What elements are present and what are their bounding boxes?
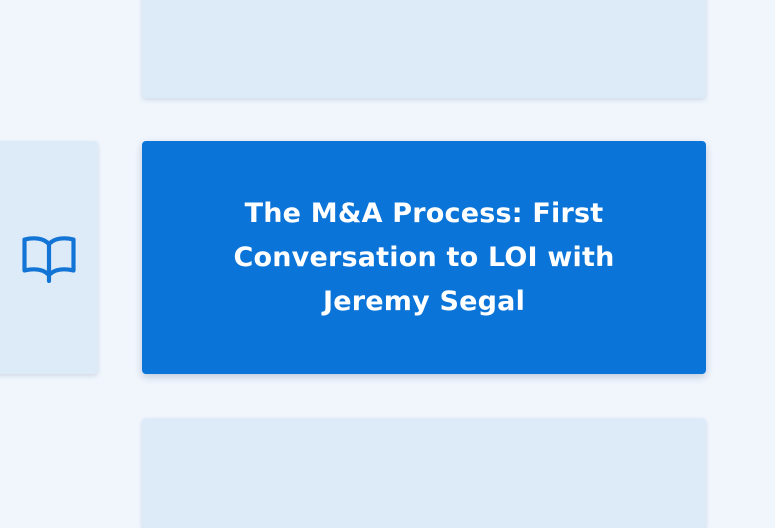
featured-course-card[interactable]: The M&A Process: First Conversation to L… xyxy=(142,141,706,374)
course-title: The M&A Process: First Conversation to L… xyxy=(233,197,615,317)
carousel-side-card[interactable] xyxy=(0,141,98,374)
carousel-card-next[interactable] xyxy=(142,418,706,528)
book-icon xyxy=(22,235,76,283)
carousel-card-previous[interactable] xyxy=(142,0,706,98)
